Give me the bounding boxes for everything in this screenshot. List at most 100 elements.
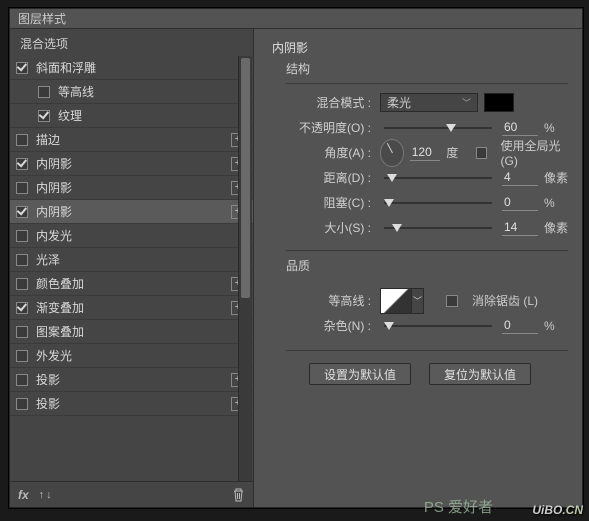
global-light-checkbox[interactable] (476, 147, 486, 159)
effect-checkbox[interactable] (16, 326, 28, 338)
reorder-icon[interactable]: ↑↓ (39, 489, 54, 501)
effect-row[interactable]: 纹理 (10, 104, 253, 128)
antialias-label: 消除锯齿 (L) (472, 292, 538, 309)
effect-checkbox[interactable] (16, 134, 28, 146)
effects-panel: 混合选项 斜面和浮雕等高线纹理描边+内阴影+内阴影+内阴影+内发光光泽颜色叠加+… (10, 29, 254, 507)
size-row: 大小(S) : 14 像素 (286, 215, 568, 240)
effect-row[interactable]: 颜色叠加+ (10, 272, 253, 296)
angle-input[interactable]: 120 (410, 145, 440, 161)
noise-unit: % (544, 319, 568, 333)
angle-dial[interactable] (380, 139, 404, 167)
size-input[interactable]: 14 (502, 220, 538, 236)
effect-checkbox[interactable] (38, 86, 50, 98)
effect-label: 内阴影 (36, 179, 231, 196)
effect-row[interactable]: 斜面和浮雕 (10, 56, 253, 80)
slider-knob[interactable] (392, 224, 402, 232)
angle-unit: 度 (446, 144, 470, 161)
button-row: 设置为默认值 复位为默认值 (272, 363, 568, 385)
contour-preview (380, 288, 412, 314)
size-unit: 像素 (544, 219, 568, 236)
effect-row[interactable]: 等高线 (10, 80, 253, 104)
noise-label: 杂色(N) : (286, 317, 374, 334)
effect-row[interactable]: 投影+ (10, 368, 253, 392)
angle-row: 角度(A) : 120 度 使用全局光 (G) (286, 140, 568, 165)
chevron-down-icon[interactable]: ﹀ (412, 288, 424, 314)
blend-mode-select[interactable]: 柔光 ﹀ (380, 93, 478, 112)
effect-checkbox[interactable] (16, 182, 28, 194)
effect-label: 等高线 (58, 83, 245, 100)
scrollbar-thumb[interactable] (241, 58, 250, 298)
fx-icon[interactable]: fx (18, 488, 29, 502)
effect-checkbox[interactable] (16, 350, 28, 362)
angle-label: 角度(A) : (286, 144, 374, 161)
blend-mode-value: 柔光 (387, 94, 411, 111)
make-default-button[interactable]: 设置为默认值 (309, 363, 411, 385)
effect-checkbox[interactable] (16, 278, 28, 290)
dialog-body: 混合选项 斜面和浮雕等高线纹理描边+内阴影+内阴影+内阴影+内发光光泽颜色叠加+… (10, 29, 582, 507)
antialias-checkbox[interactable] (446, 295, 458, 307)
effect-row[interactable]: 描边+ (10, 128, 253, 152)
distance-label: 距离(D) : (286, 169, 374, 186)
effect-checkbox[interactable] (16, 206, 28, 218)
titlebar[interactable]: 图层样式 (10, 9, 582, 29)
effect-row[interactable]: 内发光 (10, 224, 253, 248)
opacity-input[interactable]: 60 (502, 120, 538, 136)
effect-row[interactable]: 图案叠加 (10, 320, 253, 344)
distance-input[interactable]: 4 (502, 170, 538, 186)
choke-unit: % (544, 196, 568, 210)
trash-icon[interactable] (232, 488, 245, 502)
effect-row[interactable]: 外发光 (10, 344, 253, 368)
effect-label: 投影 (36, 371, 231, 388)
effect-label: 内阴影 (36, 155, 231, 172)
blend-options-head[interactable]: 混合选项 (10, 29, 253, 56)
distance-row: 距离(D) : 4 像素 (286, 165, 568, 190)
effect-checkbox[interactable] (16, 158, 28, 170)
effect-checkbox[interactable] (16, 374, 28, 386)
slider-knob[interactable] (384, 322, 394, 330)
effect-label: 外发光 (36, 347, 245, 364)
effect-label: 图案叠加 (36, 323, 245, 340)
effect-checkbox[interactable] (16, 398, 28, 410)
contour-row: 等高线 : ﹀ 消除锯齿 (L) (286, 288, 568, 313)
effect-checkbox[interactable] (16, 254, 28, 266)
contour-label: 等高线 : (286, 292, 374, 309)
layer-style-dialog: 图层样式 混合选项 斜面和浮雕等高线纹理描边+内阴影+内阴影+内阴影+内发光光泽… (9, 8, 583, 508)
opacity-unit: % (544, 121, 568, 135)
effect-checkbox[interactable] (16, 230, 28, 242)
effect-row[interactable]: 光泽 (10, 248, 253, 272)
scrollbar[interactable] (238, 56, 252, 481)
distance-unit: 像素 (544, 169, 568, 186)
effect-label: 内发光 (36, 227, 245, 244)
size-slider[interactable] (384, 221, 492, 235)
effect-label: 斜面和浮雕 (36, 59, 245, 76)
slider-knob[interactable] (384, 199, 394, 207)
effect-row[interactable]: 内阴影+ (10, 176, 253, 200)
effect-label: 内阴影 (36, 203, 231, 220)
distance-slider[interactable] (384, 171, 492, 185)
slider-knob[interactable] (387, 174, 397, 182)
blend-mode-label: 混合模式 : (286, 94, 374, 111)
opacity-slider[interactable] (384, 121, 492, 135)
slider-knob[interactable] (446, 124, 456, 132)
noise-slider[interactable] (384, 319, 492, 333)
global-light-label: 使用全局光 (G) (501, 137, 568, 168)
effect-row[interactable]: 投影+ (10, 392, 253, 416)
effect-label: 纹理 (58, 107, 245, 124)
color-swatch[interactable] (484, 93, 514, 112)
contour-picker[interactable]: ﹀ (380, 288, 424, 314)
quality-label: 品质 (286, 257, 568, 274)
effect-checkbox[interactable] (16, 302, 28, 314)
settings-panel: 内阴影 结构 混合模式 : 柔光 ﹀ 不透明度(O) : (254, 29, 582, 507)
choke-input[interactable]: 0 (502, 195, 538, 211)
reset-default-button[interactable]: 复位为默认值 (429, 363, 531, 385)
effect-checkbox[interactable] (38, 110, 50, 122)
effect-label: 投影 (36, 395, 231, 412)
noise-input[interactable]: 0 (502, 318, 538, 334)
choke-slider[interactable] (384, 196, 492, 210)
window-title: 图层样式 (18, 12, 66, 26)
effect-row[interactable]: 内阴影+ (10, 200, 253, 224)
effect-row[interactable]: 渐变叠加+ (10, 296, 253, 320)
effect-row[interactable]: 内阴影+ (10, 152, 253, 176)
effect-checkbox[interactable] (16, 62, 28, 74)
effect-label: 光泽 (36, 251, 245, 268)
